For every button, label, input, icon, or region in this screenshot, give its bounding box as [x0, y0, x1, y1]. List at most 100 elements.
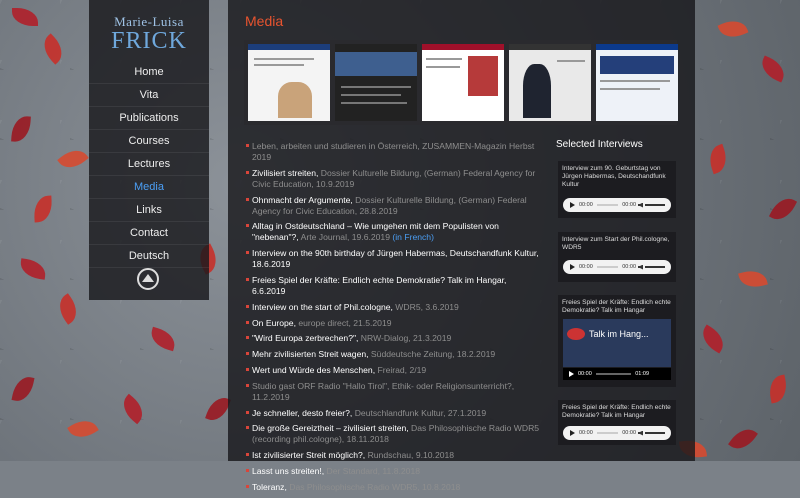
audio-player[interactable]: 00:00 00:00	[563, 198, 671, 212]
interview-title: Interview zum 90. Geburtstag von Jürgen …	[562, 165, 666, 188]
leaf-decoration	[57, 143, 89, 175]
leaf-decoration	[738, 266, 768, 292]
leaf-decoration	[728, 423, 758, 455]
audio-player[interactable]: 00:00 00:00	[563, 260, 671, 274]
media-list-item[interactable]: Die große Gereiztheit – zivilisiert stre…	[246, 423, 542, 445]
progress-track[interactable]	[595, 373, 632, 375]
nav-item-lectures[interactable]: Lectures	[89, 153, 209, 176]
media-list-item[interactable]: Ist zivilisierter Streit möglich?, Runds…	[246, 450, 542, 461]
media-list-item[interactable]: Leben, arbeiten und studieren in Österre…	[246, 141, 542, 163]
media-list-item[interactable]: Interview on the start of Phil.cologne, …	[246, 301, 542, 313]
media-item-title[interactable]: Die große Gereiztheit – zivilisiert stre…	[252, 423, 409, 433]
media-item-title[interactable]: Leben, arbeiten und studieren in Österre…	[252, 141, 534, 162]
time-current: 00:00	[578, 371, 592, 377]
media-list-item[interactable]: Zivilisiert streiten, Dossier Kulturelle…	[246, 168, 542, 190]
leaf-decoration	[33, 195, 53, 223]
media-item-title[interactable]: Zivilisiert streiten,	[252, 168, 318, 178]
leaf-decoration	[37, 33, 69, 65]
nav-item-links[interactable]: Links	[89, 199, 209, 222]
media-item-source: europe direct, 21.5.2019	[295, 317, 392, 328]
audio-player[interactable]: 00:00 00:00	[563, 426, 671, 440]
interview-title: Freies Spiel der Kräfte: Endlich echte D…	[562, 299, 671, 314]
leaf-decoration	[18, 258, 48, 280]
gallery-thumb-4[interactable]	[509, 44, 591, 121]
media-list-item[interactable]: Lasst uns streiten!, Der Standard, 11.8.…	[246, 466, 542, 477]
media-list-item[interactable]: Je schneller, desto freier?, Deutschland…	[246, 408, 542, 419]
volume-slider[interactable]	[645, 204, 665, 206]
media-list-item[interactable]: Interview on the 90th birthday of Jürgen…	[246, 248, 542, 270]
media-item-title[interactable]: Ist zivilisierter Streit möglich?,	[252, 450, 365, 460]
leaf-decoration	[757, 55, 789, 83]
play-icon[interactable]	[569, 371, 574, 377]
video-controls[interactable]: 00:00 01:09	[563, 368, 671, 380]
leaf-decoration	[697, 324, 729, 354]
nav-item-vita[interactable]: Vita	[89, 84, 209, 107]
interview-card: Interview zum Start der Phil.cologne, WD…	[558, 232, 676, 282]
logo-last-name[interactable]: FRICK	[89, 28, 209, 55]
gallery-thumb-5[interactable]	[596, 44, 678, 121]
media-item-source: 11.2.2019	[252, 391, 290, 402]
media-list-item[interactable]: Alltag in Ostdeutschland – Wie umgehen m…	[246, 221, 542, 243]
leaf-decoration	[766, 374, 790, 404]
media-item-title[interactable]: Interview on the 90th birthday of Jürgen…	[252, 248, 539, 269]
gallery-thumb-1[interactable]	[248, 44, 330, 121]
media-item-title[interactable]: Lasst uns streiten!,	[252, 466, 324, 476]
media-item-title[interactable]: Studio gast ORF Radio "Hallo Tirol", Eth…	[252, 381, 514, 391]
time-duration: 01:09	[635, 371, 649, 377]
volume-icon[interactable]	[638, 264, 643, 270]
media-list-item[interactable]: Freies Spiel der Kräfte: Endlich echte D…	[246, 275, 542, 297]
nav-item-home[interactable]: Home	[89, 61, 209, 84]
media-list-item[interactable]: Toleranz, Das Philosophische Radio WDR5,…	[246, 482, 542, 493]
leaf-decoration	[717, 15, 749, 43]
media-list-item[interactable]: On Europe, europe direct, 21.5.2019	[246, 317, 542, 329]
media-item-title[interactable]: Mehr zivilisierten Streit wagen,	[252, 349, 369, 359]
progress-track[interactable]	[596, 204, 619, 206]
media-item-source: Süddeutsche Zeitung, 18.2.2019	[368, 349, 496, 360]
media-list: Leben, arbeiten und studieren in Österre…	[246, 141, 542, 498]
progress-track[interactable]	[596, 266, 619, 268]
media-item-title[interactable]: "Wird Europa zerbrechen?",	[252, 333, 358, 343]
media-item-title[interactable]: Freies Spiel der Kräfte: Endlich echte D…	[252, 275, 506, 296]
interview-card: Freies Spiel der Kräfte: Endlich echte D…	[558, 400, 676, 445]
play-icon[interactable]	[570, 202, 575, 208]
media-item-source: Arte Journal, 19.6.2019	[298, 232, 393, 243]
progress-track[interactable]	[596, 432, 619, 434]
nav-item-deutsch[interactable]: Deutsch	[89, 245, 209, 268]
media-item-source: WDR5, 3.6.2019	[392, 301, 459, 312]
volume-slider[interactable]	[645, 432, 665, 434]
media-item-title[interactable]: Ohnmacht der Argumente,	[252, 195, 353, 205]
media-item-title[interactable]: Je schneller, desto freier?,	[252, 408, 352, 418]
volume-icon[interactable]	[638, 202, 643, 208]
channel-logo	[567, 328, 585, 340]
media-list-item[interactable]: Mehr zivilisierten Streit wagen, Süddeut…	[246, 349, 542, 360]
media-item-source: Rundschau, 9.10.2018	[365, 450, 455, 461]
scroll-top-button[interactable]	[137, 268, 159, 290]
nav-item-courses[interactable]: Courses	[89, 130, 209, 153]
video-player[interactable]: Talk im Hang...	[563, 319, 671, 367]
media-item-title[interactable]: Interview on the start of Phil.cologne,	[252, 302, 393, 312]
nav-item-contact[interactable]: Contact	[89, 222, 209, 245]
media-list-item[interactable]: Ohnmacht der Argumente, Dossier Kulturel…	[246, 195, 542, 217]
gallery-thumb-2[interactable]	[335, 44, 417, 121]
leaf-decoration	[117, 393, 149, 425]
volume-icon[interactable]	[638, 430, 643, 436]
interview-card: Interview zum 90. Geburtstag von Jürgen …	[558, 161, 676, 218]
nav-item-media[interactable]: Media	[89, 176, 209, 199]
nav-item-publications[interactable]: Publications	[89, 107, 209, 130]
media-item-source: Freirad, 2/19	[375, 364, 427, 375]
leaf-decoration	[11, 374, 35, 404]
gallery-thumb-3[interactable]	[422, 44, 504, 121]
media-list-item[interactable]: "Wird Europa zerbrechen?", NRW-Dialog, 2…	[246, 333, 542, 344]
sidebar: Marie-Luisa FRICK Home Vita Publications Co…	[89, 0, 209, 300]
media-item-title[interactable]: Toleranz,	[252, 482, 287, 492]
play-icon[interactable]	[570, 430, 575, 436]
media-list-item[interactable]: Wert und Würde des Menschen, Freirad, 2/…	[246, 364, 542, 376]
volume-slider[interactable]	[645, 266, 665, 268]
media-list-item[interactable]: Studio gast ORF Radio "Hallo Tirol", Eth…	[246, 381, 542, 403]
media-item-title[interactable]: Wert und Würde des Menschen,	[252, 365, 375, 375]
media-item-title[interactable]: On Europe,	[252, 318, 296, 328]
media-item-link[interactable]: (in French)	[392, 232, 434, 242]
leaf-decoration	[705, 143, 731, 175]
interview-title: Freies Spiel der Kräfte: Endlich echte D…	[562, 404, 671, 419]
play-icon[interactable]	[570, 264, 575, 270]
